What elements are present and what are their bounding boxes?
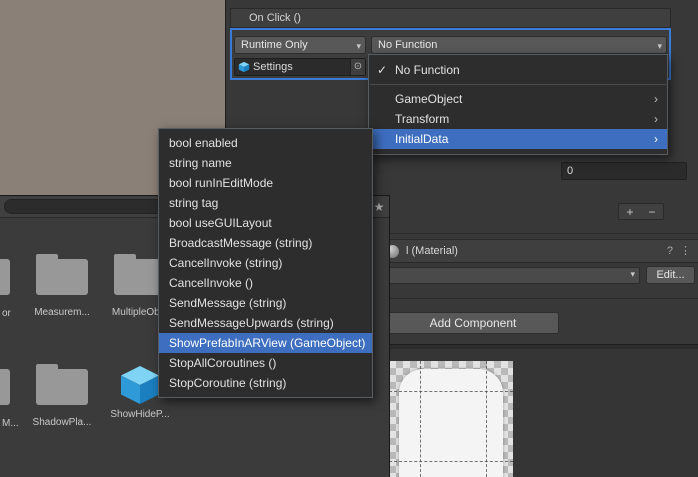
menu-item[interactable]: BroadcastMessage (string) bbox=[159, 233, 372, 253]
remove-element-button[interactable]: − bbox=[648, 205, 655, 219]
menu-item[interactable]: bool runInEditMode bbox=[159, 173, 372, 193]
edit-material-button[interactable]: Edit... bbox=[646, 266, 695, 284]
asset-label: ShadowPla... bbox=[32, 417, 92, 428]
folder-icon bbox=[36, 254, 88, 295]
folder-icon bbox=[36, 364, 88, 405]
chevron-down-icon: ▾ bbox=[657, 41, 662, 51]
asset-label-partial[interactable]: or bbox=[2, 308, 11, 319]
chevron-down-icon: ▾ bbox=[630, 269, 635, 279]
menu-item-no-function[interactable]: ✓ No Function bbox=[369, 60, 667, 80]
asset-label: Measurem... bbox=[34, 307, 90, 318]
help-icon[interactable]: ? bbox=[667, 240, 673, 262]
add-element-button[interactable]: + bbox=[626, 205, 633, 219]
texture-preview bbox=[389, 361, 513, 477]
menu-item[interactable]: string name bbox=[159, 153, 372, 173]
menu-item[interactable]: SendMessage (string) bbox=[159, 293, 372, 313]
menu-item[interactable]: string tag bbox=[159, 193, 372, 213]
asset-label: ShowHideP... bbox=[110, 409, 170, 420]
sprite-border-guide bbox=[389, 461, 513, 462]
check-icon: ✓ bbox=[377, 63, 388, 77]
menu-item-show-prefab-in-ar-view[interactable]: ShowPrefabInARView (GameObject) bbox=[159, 333, 372, 353]
menu-item[interactable]: StopAllCoroutines () bbox=[159, 353, 372, 373]
menu-item[interactable]: bool enabled bbox=[159, 133, 372, 153]
material-title: l (Material) bbox=[406, 245, 458, 257]
menu-item-transform[interactable]: Transform › bbox=[369, 109, 667, 129]
event-mode-dropdown[interactable]: Runtime Only ▾ bbox=[234, 36, 366, 54]
chevron-down-icon: ▾ bbox=[356, 41, 361, 51]
sprite-border-guide bbox=[420, 361, 421, 477]
list-footer: + − bbox=[618, 203, 664, 220]
menu-item[interactable]: CancelInvoke () bbox=[159, 273, 372, 293]
shader-dropdown[interactable]: ▾ bbox=[376, 267, 640, 284]
add-component-button[interactable]: Add Component bbox=[387, 312, 559, 334]
menu-item-initialdata[interactable]: InitialData › bbox=[369, 129, 667, 149]
submenu-arrow-icon: › bbox=[654, 132, 658, 146]
kebab-menu-icon[interactable]: ⋮ bbox=[680, 240, 691, 262]
menu-item-label: InitialData bbox=[395, 132, 449, 146]
asset-tile-partial[interactable] bbox=[0, 361, 23, 405]
value-input[interactable]: 0 bbox=[561, 162, 687, 180]
event-function-label: No Function bbox=[378, 39, 438, 51]
submenu-arrow-icon: › bbox=[654, 112, 658, 126]
menu-item[interactable]: SendMessageUpwards (string) bbox=[159, 313, 372, 333]
event-function-dropdown[interactable]: No Function ▾ bbox=[371, 36, 667, 54]
asset-tile[interactable]: ShadowPla... bbox=[23, 361, 101, 428]
sprite-border-guide bbox=[486, 361, 487, 477]
menu-separator bbox=[370, 84, 666, 85]
unity-editor-window: On Click () Runtime Only ▾ No Function ▾… bbox=[0, 0, 698, 477]
on-click-event-header: On Click () bbox=[230, 8, 671, 28]
menu-item-label: Transform bbox=[395, 112, 450, 126]
event-mode-label: Runtime Only bbox=[241, 39, 308, 51]
function-menu: ✓ No Function GameObject › Transform › I… bbox=[368, 54, 668, 155]
menu-item[interactable]: StopCoroutine (string) bbox=[159, 373, 372, 393]
menu-item[interactable]: bool useGUILayout bbox=[159, 213, 372, 233]
asset-label-partial[interactable]: M... bbox=[2, 418, 19, 429]
object-picker-icon[interactable]: ⊙ bbox=[350, 59, 365, 75]
method-submenu: bool enabled string name bool runInEditM… bbox=[158, 128, 373, 398]
folder-icon bbox=[0, 259, 10, 295]
menu-item-label: GameObject bbox=[395, 92, 463, 106]
menu-item-gameobject[interactable]: GameObject › bbox=[369, 89, 667, 109]
event-target-label: Settings bbox=[253, 61, 293, 73]
menu-item[interactable]: CancelInvoke (string) bbox=[159, 253, 372, 273]
folder-icon bbox=[0, 369, 10, 405]
asset-tile[interactable]: Measurem... bbox=[23, 251, 101, 318]
asset-tile-partial[interactable] bbox=[0, 251, 23, 295]
prefab-cube-icon bbox=[238, 61, 250, 78]
event-target-object-field[interactable]: Settings ⊙ bbox=[234, 58, 366, 76]
sprite-border-guide bbox=[389, 391, 513, 392]
submenu-arrow-icon: › bbox=[654, 92, 658, 106]
favorites-star-icon[interactable]: ★ bbox=[372, 200, 386, 214]
menu-item-label: No Function bbox=[395, 63, 460, 77]
